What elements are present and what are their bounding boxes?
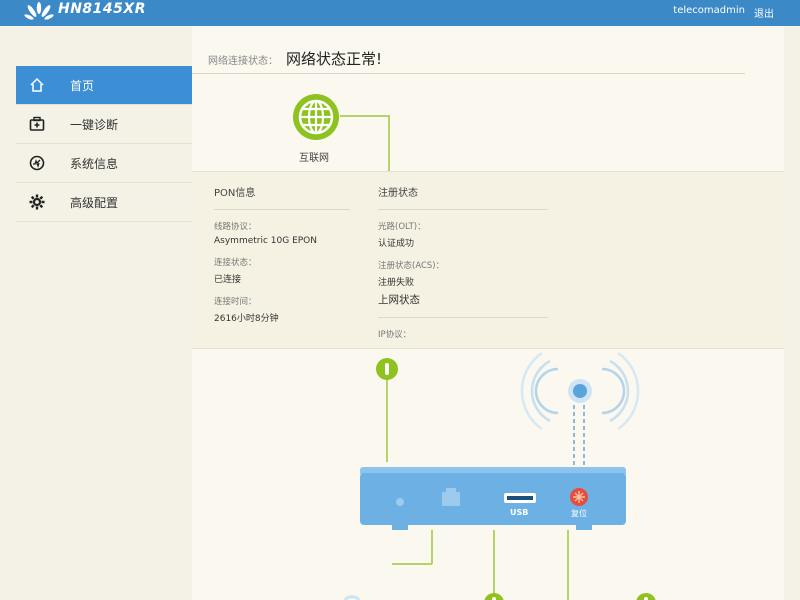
sidebar-item-diagnose[interactable]: 一键诊断: [16, 105, 192, 144]
power-indicator-icon: [396, 498, 404, 506]
usb-label: USB: [510, 508, 529, 517]
network-diagram: [342, 351, 656, 600]
main-panel: 网络连接状态： 网络状态正常! 互联网 PON信息 线路协议： Asymmetr…: [192, 26, 784, 600]
status-label: 网络连接状态：: [208, 56, 278, 67]
gauge-icon: [27, 153, 47, 173]
internet-label: 互联网: [299, 153, 329, 164]
connector-line: [388, 115, 390, 171]
username: telecomadmin: [673, 5, 745, 16]
divider: [378, 317, 548, 318]
reset-button-icon[interactable]: [570, 488, 588, 506]
ip-protocol-label: IP协议：: [378, 330, 412, 340]
pon-info-column: PON信息 线路协议： Asymmetric 10G EPON 连接状态： 已连…: [214, 184, 350, 324]
field-label: 线路协议：: [214, 222, 257, 232]
field-label: 注册状态(ACS)：: [378, 261, 445, 271]
divider: [192, 73, 745, 74]
usb-port-icon[interactable]: [504, 493, 536, 503]
wifi-signal-icon[interactable]: [520, 351, 640, 431]
device-model: HN8145XR: [58, 1, 146, 17]
pon-title: PON信息: [214, 188, 256, 199]
sidebar-item-label: 首页: [70, 78, 95, 93]
toolbox-icon: [27, 114, 47, 134]
lan-port-pin[interactable]: [376, 358, 398, 380]
status-value: 网络状态正常!: [286, 50, 383, 68]
wifi-client-icon[interactable]: [342, 595, 362, 600]
field-value: 注册失败: [378, 278, 415, 288]
usb-client-pin[interactable]: [484, 593, 504, 600]
field-label: 连接时间：: [214, 297, 257, 307]
field-value: Asymmetric 10G EPON: [214, 236, 317, 246]
gear-icon: [27, 192, 47, 212]
registration-column: 注册状态 光路(OLT)： 认证成功 注册状态(ACS)： 注册失败 上网状态 …: [378, 184, 548, 340]
divider: [214, 209, 350, 210]
sidebar-item-system-info[interactable]: 系统信息: [16, 144, 192, 183]
sidebar: 首页 一键诊断 系统信息 高级配置: [16, 66, 200, 222]
field-value: 已连接: [214, 275, 242, 285]
sidebar-item-home[interactable]: 首页: [16, 66, 200, 105]
online-status: 上网状态: [378, 294, 420, 306]
reset-label: 复位: [571, 509, 587, 518]
sidebar-item-advanced[interactable]: 高级配置: [16, 183, 192, 222]
lan-client-pin[interactable]: [636, 593, 656, 600]
top-bar: HN8145XR telecomadmin 退出: [0, 0, 800, 26]
sidebar-item-label: 高级配置: [70, 195, 119, 210]
connector-line: [340, 115, 390, 117]
sidebar-item-label: 系统信息: [70, 156, 119, 171]
huawei-logo: [24, 2, 54, 20]
sidebar-item-label: 一键诊断: [70, 117, 119, 132]
globe-icon[interactable]: [292, 93, 340, 141]
home-icon: [27, 75, 47, 95]
field-value: 2616小时8分钟: [214, 314, 279, 324]
divider: [378, 209, 548, 210]
connection-status: 网络连接状态： 网络状态正常!: [208, 48, 382, 69]
registration-title: 注册状态: [378, 188, 418, 199]
logout-link[interactable]: 退出: [754, 5, 774, 20]
field-value: 认证成功: [378, 239, 415, 249]
info-panel: PON信息 线路协议： Asymmetric 10G EPON 连接状态： 已连…: [192, 171, 784, 349]
field-label: 连接状态：: [214, 258, 257, 268]
field-label: 光路(OLT)：: [378, 222, 426, 232]
